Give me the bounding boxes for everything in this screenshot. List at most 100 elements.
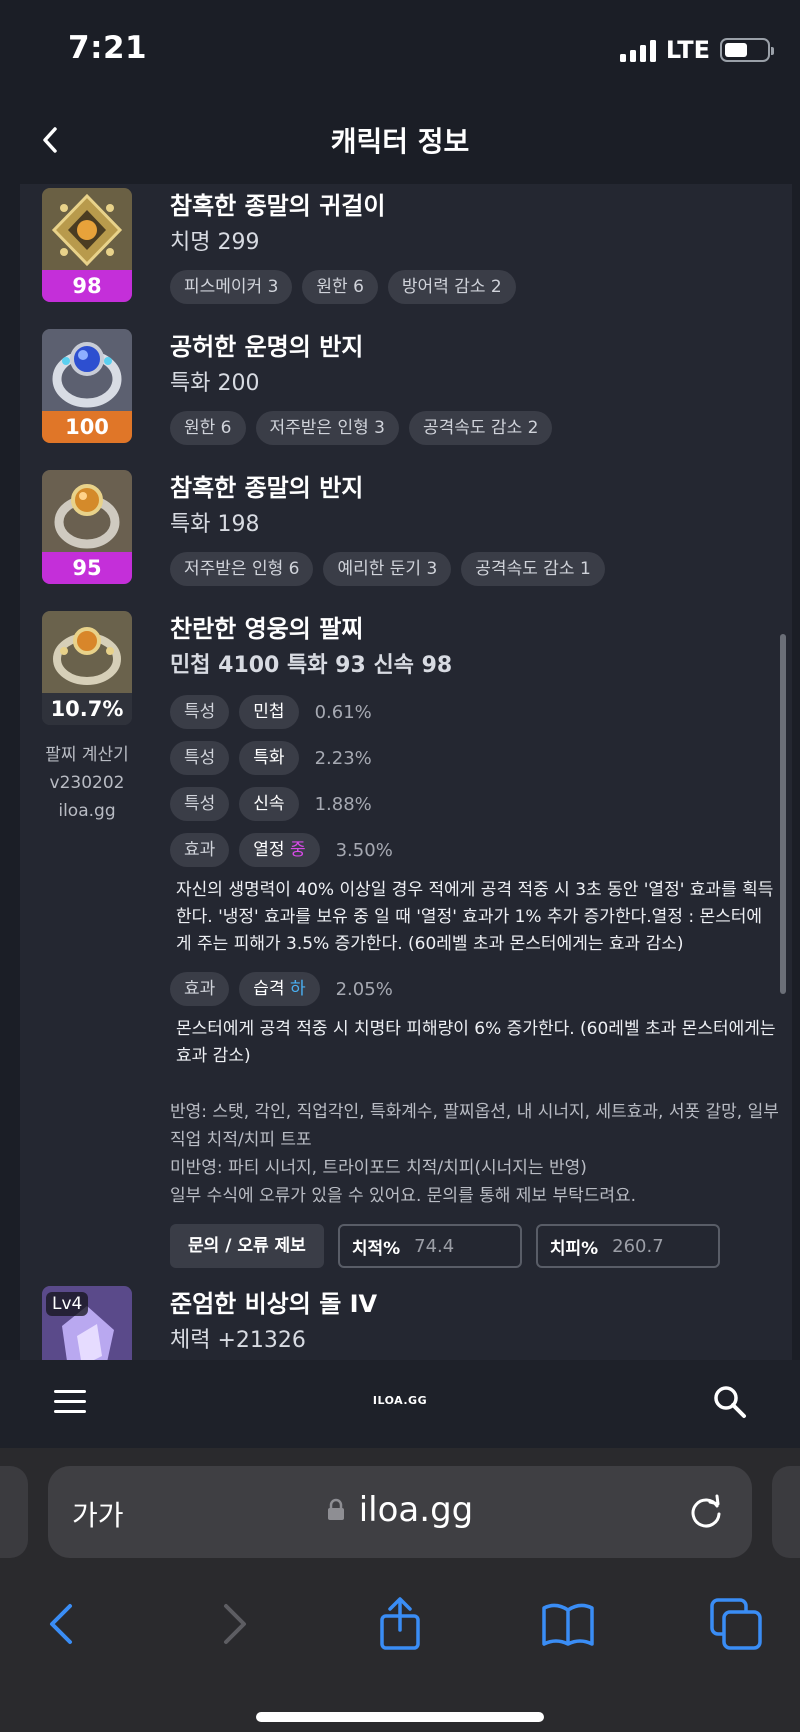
option-type: 효과 [170,833,230,867]
engraving-chip: 원한 6 [170,411,246,445]
forward-arrow-icon[interactable] [206,1596,262,1652]
bookmarks-icon[interactable] [540,1596,596,1652]
page-header: 캐릭터 정보 [0,96,800,184]
engraving-chip: 피스메이커 3 [170,270,293,304]
next-tab-preview[interactable] [772,1466,800,1558]
effect-name: 습격 하 [239,972,320,1006]
item-name: 준엄한 비상의 돌 IV [170,1290,378,1318]
crit-damage-field[interactable]: 치피% 260.7 [535,1224,720,1268]
item-thumbnail: 100 [42,329,132,443]
status-indicators: LTE [619,36,774,64]
ability-stone-item[interactable]: Lv4 준엄한 비상의 돌 IV 체력 +21326 [42,1286,762,1360]
option-name: 민첩 [239,695,299,729]
search-icon[interactable] [712,1384,748,1420]
option-type: 효과 [170,972,230,1006]
signal-icon [619,38,656,62]
item-name: 공허한 운명의 반지 [170,333,364,361]
option-type: 특성 [170,787,230,821]
share-icon[interactable] [372,1596,428,1652]
note-applied: 반영: 스탯, 각인, 직업각인, 특화계수, 팔찌옵션, 내 시너지, 세트효… [170,1102,779,1150]
quality-badge: 98 [42,270,132,302]
status-bar: 7:21 LTE [0,0,800,96]
bracelet-option-row: 특성 민첩 0.61% [170,689,770,735]
bracelet-effect-row: 효과 열정 중 3.50% [170,827,770,873]
engraving-chip: 방어력 감소 2 [387,270,516,304]
item-thumbnail: 98 [42,188,132,302]
reload-icon[interactable] [686,1492,726,1532]
item-name: 참혹한 종말의 귀걸이 [170,192,386,220]
battery-icon [720,38,774,62]
bracelet-option-row: 특성 신속 1.88% [170,781,770,827]
item-stat: 민첩 4100 특화 93 신속 98 [170,653,453,678]
bracelet-item[interactable]: 10.7% 팔찌 계산기 v230202 iloa.gg 찬란한 영웅의 팔찌 … [42,611,779,1271]
site-logo[interactable]: ILOA.GG [0,1394,800,1407]
item-thumbnail: 10.7% [42,611,132,725]
report-error-button[interactable]: 문의 / 오류 제보 [170,1224,324,1268]
bracelet-percent: 10.7% [42,693,132,725]
engraving-chip: 예리한 둔기 3 [323,552,452,586]
ring-icon [42,470,132,554]
stone-level-badge: Lv4 [46,1292,89,1316]
site-bottom-nav: ILOA.GG [0,1360,800,1448]
option-name: 신속 [239,787,299,821]
bracelet-icon [42,611,132,695]
effect-grade: 중 [289,840,306,860]
crit-rate-label: 치적% [351,1238,401,1259]
ring-icon [42,329,132,413]
network-label: LTE [665,36,710,64]
effect-description: 자신의 생명력이 40% 이상일 경우 적에게 공격 적중 시 3초 동안 '열… [176,880,774,954]
calc-title: 팔찌 계산기 [45,745,129,765]
bracelet-calculator-note: 팔찌 계산기 v230202 iloa.gg [42,741,132,825]
crit-damage-value: 260.7 [612,1235,664,1257]
back-arrow-icon[interactable] [34,1596,90,1652]
crit-rate-value: 74.4 [414,1235,455,1257]
calculator-notes: 반영: 스탯, 각인, 직업각인, 특화계수, 팔찌옵션, 내 시너지, 세트효… [170,1098,780,1210]
url-text: iloa.gg [358,1490,474,1530]
option-value: 0.61% [314,701,372,723]
item-name: 참혹한 종말의 반지 [170,474,364,502]
effect-grade: 하 [289,979,306,999]
url-display[interactable]: iloa.gg [48,1490,752,1530]
crit-rate-field[interactable]: 치적% 74.4 [337,1224,522,1268]
engraving-chip: 공격속도 감소 2 [408,411,553,445]
effect-label: 습격 [253,979,285,999]
browser-toolbar [0,1578,800,1668]
lock-icon [327,1498,344,1520]
bracelet-effect-row: 효과 습격 하 2.05% [170,966,770,1012]
item-stat: 특화 198 [170,512,260,537]
address-bar[interactable]: 가가 iloa.gg [48,1466,752,1558]
equipment-item[interactable]: 98 참혹한 종말의 귀걸이 치명 299 피스메이커 3 원한 6 방어력 감… [42,188,762,304]
calc-version: v230202 [49,773,125,793]
option-value: 2.05% [335,978,393,1000]
item-thumbnail: 95 [42,470,132,584]
item-stat: 체력 +21326 [170,1328,306,1353]
item-thumbnail: Lv4 [42,1286,132,1360]
option-type: 특성 [170,695,230,729]
equipment-item[interactable]: 95 참혹한 종말의 반지 특화 198 저주받은 인형 6 예리한 둔기 3 … [42,470,762,586]
option-name: 특화 [239,741,299,775]
home-indicator[interactable] [256,1712,544,1722]
character-info-panel[interactable]: 98 참혹한 종말의 귀걸이 치명 299 피스메이커 3 원한 6 방어력 감… [20,184,792,1360]
option-value: 2.23% [314,747,372,769]
effect-label: 열정 [253,840,285,860]
calc-site: iloa.gg [58,801,116,821]
browser-chrome: 가가 iloa.gg [0,1448,800,1732]
option-value: 3.50% [335,839,393,861]
scrollbar[interactable] [780,634,786,994]
bracelet-option-row: 특성 특화 2.23% [170,735,770,781]
crit-damage-label: 치피% [549,1238,599,1259]
status-time: 7:21 [68,30,148,66]
tabs-icon[interactable] [708,1596,764,1652]
item-stat: 치명 299 [170,230,260,255]
previous-tab-preview[interactable] [0,1466,28,1558]
earring-icon [42,188,132,272]
item-name: 찬란한 영웅의 팔찌 [170,615,364,643]
item-stat: 특화 200 [170,371,260,396]
engraving-chip: 저주받은 인형 3 [255,411,399,445]
option-value: 1.88% [314,793,372,815]
equipment-item[interactable]: 100 공허한 운명의 반지 특화 200 원한 6 저주받은 인형 3 공격속… [42,329,762,445]
quality-badge: 100 [42,411,132,443]
note-not-applied: 미반영: 파티 시너지, 트라이포드 치적/치피(시너지는 반영) [170,1158,587,1178]
effect-description: 몬스터에게 공격 적중 시 치명타 피해량이 6% 증가한다. (60레벨 초과… [176,1019,776,1066]
option-type: 특성 [170,741,230,775]
